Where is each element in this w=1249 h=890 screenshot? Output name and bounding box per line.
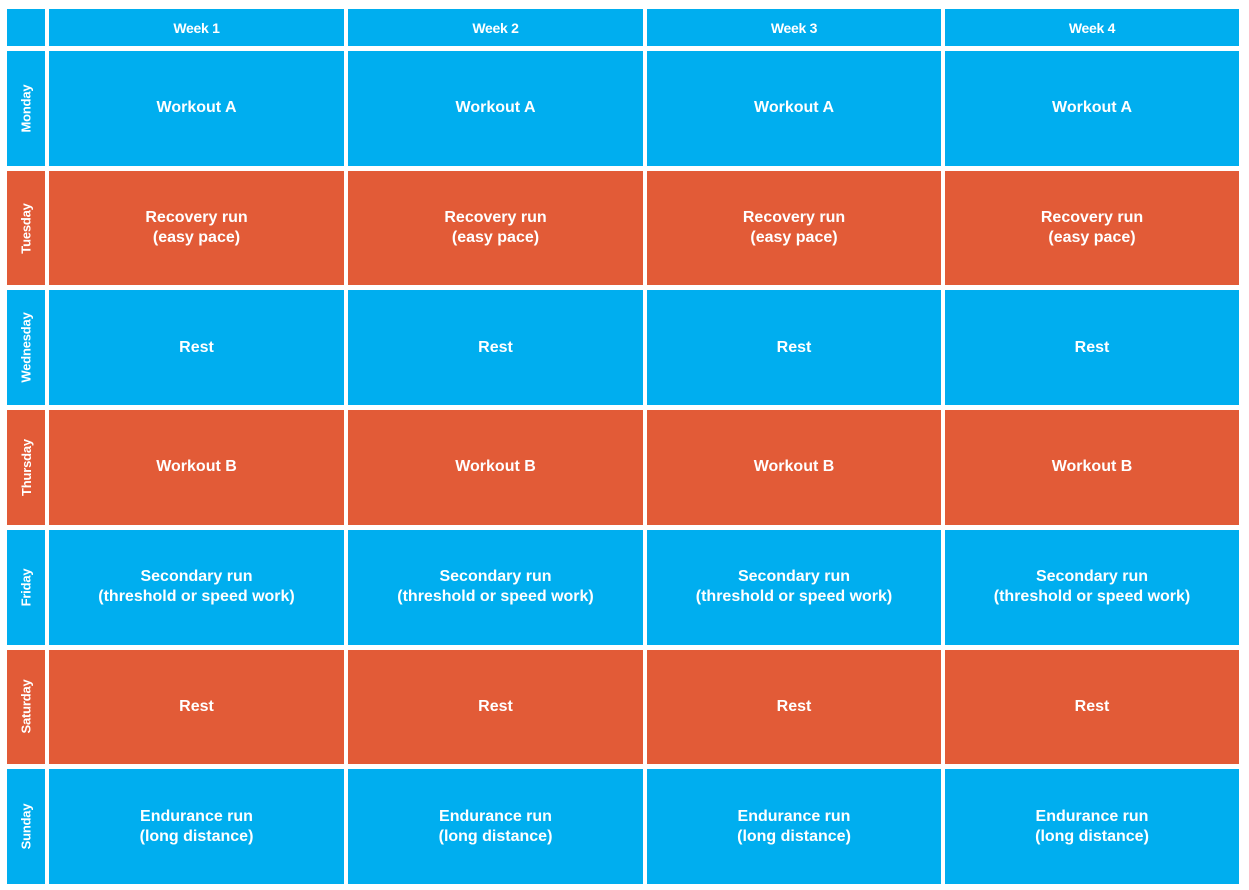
schedule-cell-thursday-week-1: Workout B — [49, 410, 344, 525]
activity-title: Workout B — [156, 458, 237, 476]
activity-title: Endurance run — [1035, 807, 1149, 825]
day-label-text: Wednesday — [18, 312, 34, 383]
day-label-wednesday: Wednesday — [7, 290, 45, 406]
schedule-cell-friday-week-2: Secondary run (threshold or speed work) — [348, 529, 643, 645]
activity-title: Secondary run — [140, 568, 253, 586]
week-header-3: Week 3 — [647, 9, 941, 46]
activity-title: Rest — [1074, 338, 1110, 356]
activity-title: Secondary run — [1035, 568, 1149, 586]
activity-title: Secondary run — [439, 568, 552, 586]
week-header-1: Week 1 — [49, 9, 344, 46]
activity-title: Rest — [179, 697, 214, 715]
activity-title: Endurance run — [737, 807, 851, 825]
activity-detail: (easy pace) — [451, 229, 540, 247]
schedule-cell-sunday-week-4: Endurance run (long distance) — [945, 769, 1239, 884]
day-label-monday: Monday — [7, 51, 45, 166]
activity-title: Recovery run — [742, 209, 846, 227]
activity-detail: (easy pace) — [750, 229, 838, 247]
activity-detail: (long distance) — [139, 827, 254, 845]
schedule-cell-saturday-week-1: Rest — [49, 649, 344, 765]
activity-detail: (easy pace) — [152, 229, 241, 247]
schedule-cell-thursday-week-3: Workout B — [647, 410, 941, 525]
schedule-cell-saturday-week-2: Rest — [348, 649, 643, 765]
schedule-cell-saturday-week-4: Rest — [945, 649, 1239, 765]
activity-title: Recovery run — [1040, 209, 1144, 227]
activity-title: Workout A — [156, 99, 237, 117]
corner-cell — [7, 9, 45, 46]
schedule-cell-monday-week-1: Workout A — [49, 51, 344, 166]
schedule-cell-monday-week-3: Workout A — [647, 51, 941, 166]
schedule-cell-saturday-week-3: Rest — [647, 649, 941, 765]
day-label-text: Saturday — [18, 679, 34, 734]
activity-title: Workout B — [753, 458, 835, 476]
activity-title: Recovery run — [444, 209, 547, 227]
day-label-tuesday: Tuesday — [7, 170, 45, 286]
activity-title: Recovery run — [145, 209, 248, 227]
training-schedule-table: Week 1 Week 2 Week 3 Week 4 Monday Workou… — [7, 9, 1242, 884]
activity-title: Rest — [776, 338, 812, 356]
schedule-cell-friday-week-3: Secondary run (threshold or speed work) — [647, 529, 941, 645]
day-label-text: Monday — [18, 84, 34, 133]
schedule-cell-friday-week-1: Secondary run (threshold or speed work) — [49, 529, 344, 645]
day-label-thursday: Thursday — [7, 410, 45, 525]
activity-detail: (threshold or speed work) — [695, 588, 893, 606]
day-label-sunday: Sunday — [7, 769, 45, 884]
activity-title: Secondary run — [737, 568, 851, 586]
activity-detail: (long distance) — [438, 827, 553, 845]
activity-title: Rest — [776, 697, 812, 715]
week-header-4: Week 4 — [945, 9, 1239, 46]
schedule-cell-sunday-week-2: Endurance run (long distance) — [348, 769, 643, 884]
schedule-cell-wednesday-week-4: Rest — [945, 290, 1239, 406]
activity-title: Workout A — [754, 99, 834, 117]
activity-detail: (threshold or speed work) — [397, 588, 594, 606]
activity-title: Endurance run — [140, 807, 253, 825]
schedule-cell-wednesday-week-3: Rest — [647, 290, 941, 406]
schedule-cell-thursday-week-2: Workout B — [348, 410, 643, 525]
activity-title: Rest — [1074, 697, 1110, 715]
day-label-saturday: Saturday — [7, 649, 45, 765]
activity-detail: (long distance) — [737, 827, 851, 845]
schedule-cell-tuesday-week-3: Recovery run (easy pace) — [647, 170, 941, 286]
activity-detail: (threshold or speed work) — [993, 588, 1191, 606]
activity-title: Rest — [478, 697, 513, 715]
day-label-friday: Friday — [7, 529, 45, 645]
schedule-cell-monday-week-4: Workout A — [945, 51, 1239, 166]
schedule-cell-wednesday-week-2: Rest — [348, 290, 643, 406]
schedule-cell-tuesday-week-4: Recovery run (easy pace) — [945, 170, 1239, 286]
activity-title: Workout B — [1051, 458, 1133, 476]
activity-title: Rest — [478, 338, 513, 356]
schedule-cell-thursday-week-4: Workout B — [945, 410, 1239, 525]
day-label-text: Thursday — [18, 439, 34, 496]
day-label-text: Sunday — [18, 803, 34, 850]
activity-title: Endurance run — [439, 807, 552, 825]
schedule-cell-tuesday-week-2: Recovery run (easy pace) — [348, 170, 643, 286]
activity-title: Workout A — [1052, 99, 1132, 117]
activity-detail: (threshold or speed work) — [98, 588, 295, 606]
activity-title: Workout B — [455, 458, 536, 476]
activity-detail: (easy pace) — [1048, 229, 1136, 247]
day-label-text: Friday — [18, 568, 34, 607]
activity-title: Rest — [179, 338, 214, 356]
week-header-2: Week 2 — [348, 9, 643, 46]
activity-title: Workout A — [455, 99, 536, 117]
schedule-cell-monday-week-2: Workout A — [348, 51, 643, 166]
schedule-cell-sunday-week-3: Endurance run (long distance) — [647, 769, 941, 884]
schedule-cell-sunday-week-1: Endurance run (long distance) — [49, 769, 344, 884]
schedule-cell-wednesday-week-1: Rest — [49, 290, 344, 406]
day-label-text: Tuesday — [18, 202, 34, 254]
schedule-cell-friday-week-4: Secondary run (threshold or speed work) — [945, 529, 1239, 645]
activity-detail: (long distance) — [1035, 827, 1149, 845]
schedule-cell-tuesday-week-1: Recovery run (easy pace) — [49, 170, 344, 286]
